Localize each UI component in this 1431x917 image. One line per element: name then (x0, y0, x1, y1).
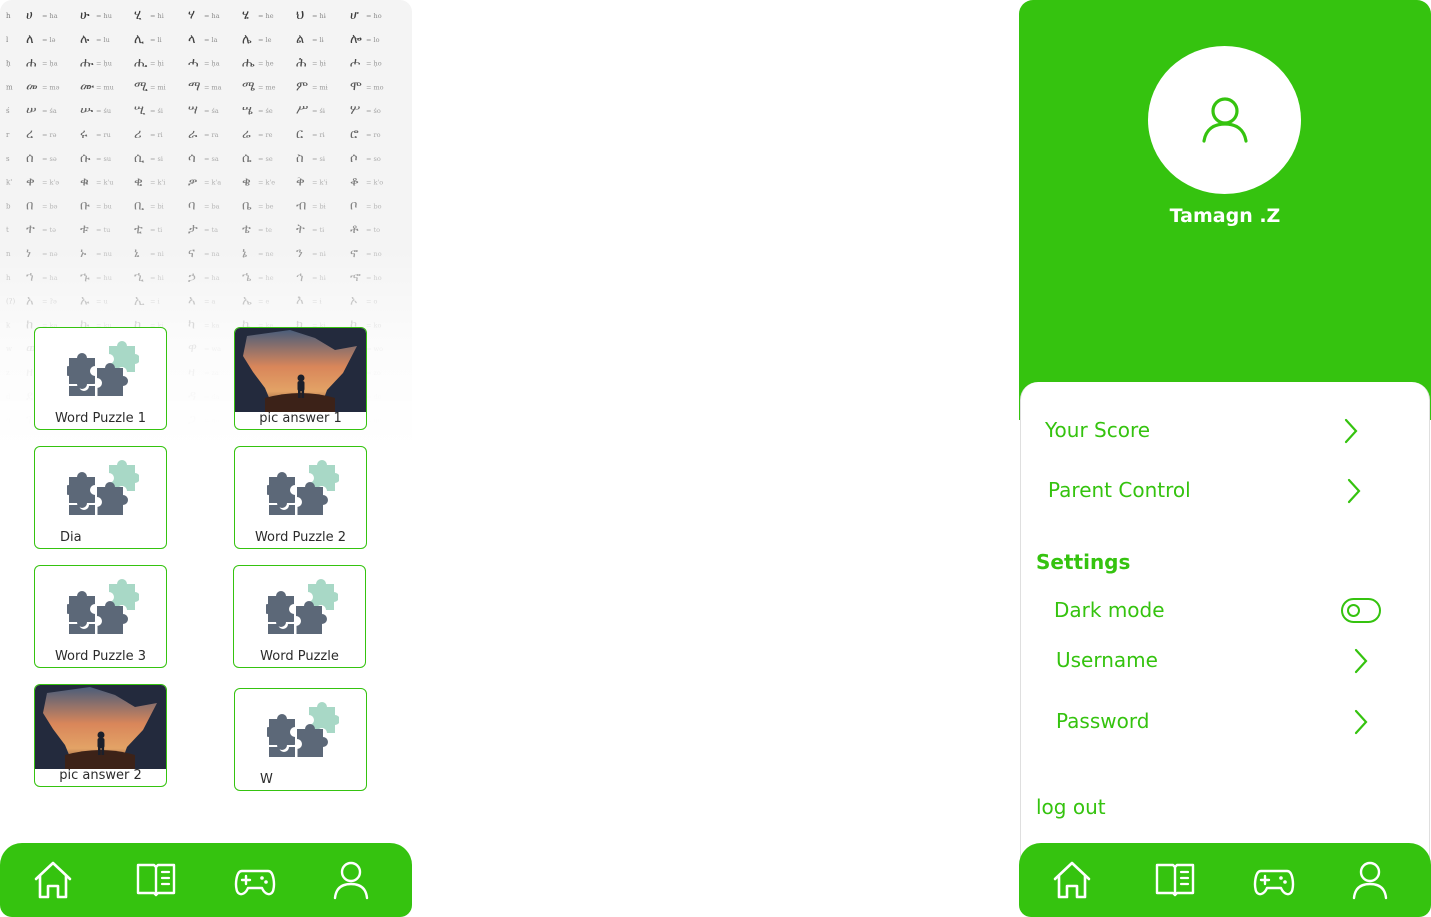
gamepad-icon (234, 859, 276, 901)
game-card-pic-answer-1[interactable]: pic answer 1 (234, 327, 367, 430)
game-card-word-puzzle-2[interactable]: Word Puzzle 2 (234, 446, 367, 549)
game-card-word-puzzle-1[interactable]: Word Puzzle 1 (34, 327, 167, 430)
home-icon (32, 859, 74, 901)
nav-home[interactable] (1049, 857, 1095, 903)
puzzle-icon (67, 338, 139, 400)
card-label: W (260, 772, 273, 787)
user-icon (330, 859, 372, 901)
puzzle-icon (267, 699, 339, 761)
bottom-nav (1019, 843, 1431, 917)
menu-label: Dark mode (1054, 598, 1165, 622)
puzzle-icon (266, 576, 338, 638)
chevron-right-icon (1347, 478, 1361, 504)
log-out-label: log out (1036, 795, 1106, 819)
card-label: pic answer 1 (259, 411, 342, 426)
menu-username[interactable]: Username (1056, 642, 1376, 682)
chevron-right-icon (1354, 709, 1368, 735)
home-icon (1051, 859, 1093, 901)
game-card-word-puzzle-3[interactable]: Word Puzzle 3 (34, 565, 167, 668)
menu-label: Password (1056, 709, 1150, 733)
nav-games[interactable] (232, 857, 278, 903)
puzzle-icon (67, 576, 139, 638)
user-icon (1201, 97, 1248, 143)
dark-mode-toggle[interactable] (1341, 598, 1381, 623)
nav-home[interactable] (30, 857, 76, 903)
avatar[interactable] (1148, 46, 1301, 194)
book-icon (1154, 859, 1196, 901)
game-card-dia[interactable]: Dia (34, 446, 167, 549)
nav-profile[interactable] (328, 857, 374, 903)
book-icon (135, 859, 177, 901)
user-icon (1349, 859, 1391, 901)
card-label: Word Puzzle 3 (54, 649, 147, 664)
profile-screen: Tamagn .Z Your Score Parent Control Sett… (1019, 0, 1431, 917)
puzzle-icon (267, 457, 339, 519)
chevron-right-icon (1344, 418, 1358, 444)
menu-dark-mode: Dark mode (1054, 592, 1254, 632)
settings-panel: Your Score Parent Control Settings Dark … (1020, 382, 1430, 882)
chevron-right-icon (1354, 648, 1368, 674)
games-screen: hሀ= haሁ= huሂ= hiሃ= haሄ= heህ= hɨሆ= holለ= … (0, 0, 412, 917)
game-card-word-puzzle[interactable]: Word Puzzle (233, 565, 366, 668)
menu-label: Parent Control (1048, 478, 1191, 502)
profile-header: Tamagn .Z (1019, 0, 1431, 420)
menu-label: Your Score (1045, 418, 1151, 442)
menu-password[interactable]: Password (1056, 703, 1376, 743)
card-label: Dia (60, 530, 82, 545)
menu-parent-control[interactable]: Parent Control (1048, 472, 1368, 512)
menu-label: Username (1056, 648, 1158, 672)
menu-your-score[interactable]: Your Score (1045, 412, 1365, 452)
log-out-link[interactable]: log out (1036, 789, 1156, 829)
card-label: Word Puzzle 1 (54, 411, 147, 426)
gamepad-icon (1253, 859, 1295, 901)
card-label: Word Puzzle 2 (254, 530, 347, 545)
nav-profile[interactable] (1347, 857, 1393, 903)
bottom-nav (0, 843, 412, 917)
toggle-knob (1347, 603, 1360, 617)
game-card-w[interactable]: W (234, 688, 367, 791)
nav-learn[interactable] (133, 857, 179, 903)
game-card-pic-answer-2[interactable]: pic answer 2 (34, 684, 167, 787)
africa-silhouette-image (235, 328, 367, 412)
africa-silhouette-image (35, 685, 167, 769)
nav-learn[interactable] (1152, 857, 1198, 903)
settings-heading: Settings (1036, 550, 1131, 574)
card-label: pic answer 2 (59, 768, 142, 783)
nav-games[interactable] (1251, 857, 1297, 903)
puzzle-icon (67, 457, 139, 519)
user-name: Tamagn .Z (1169, 205, 1281, 227)
card-label: Word Puzzle (260, 649, 339, 664)
